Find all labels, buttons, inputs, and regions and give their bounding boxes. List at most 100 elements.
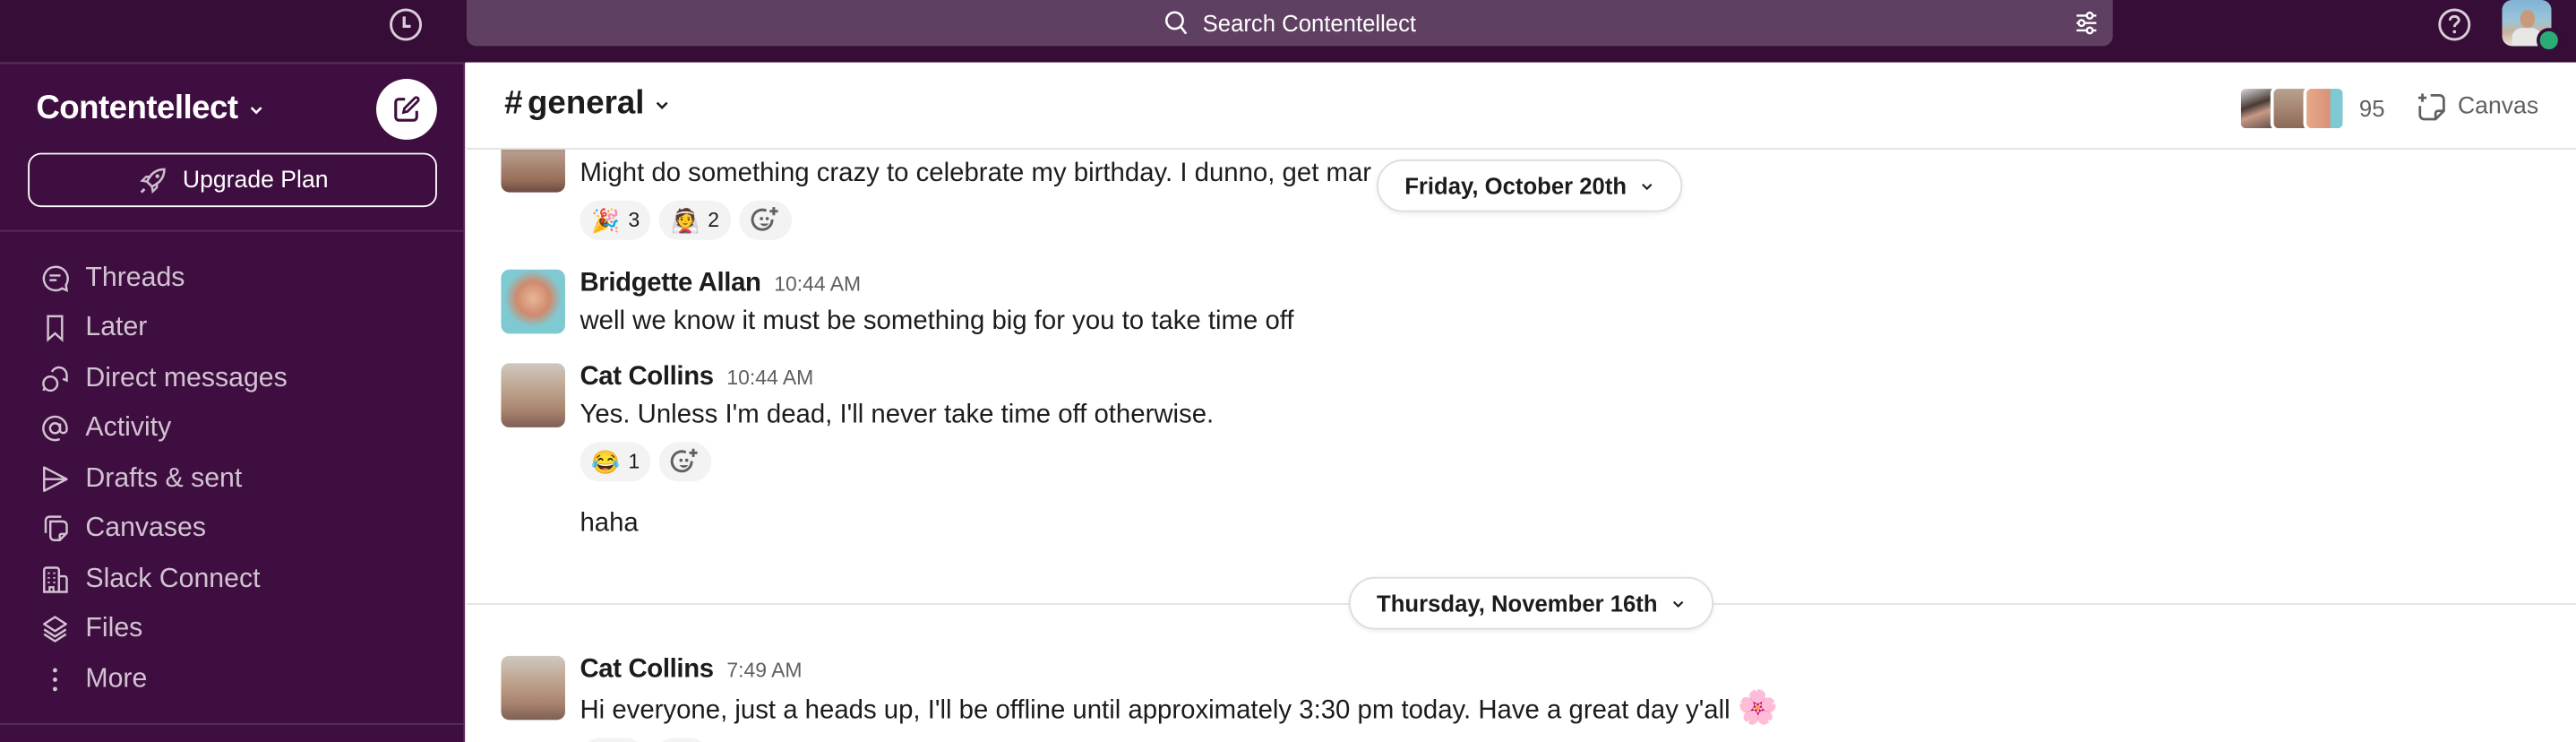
- sidebar-item-label: Drafts & sent: [85, 462, 243, 493]
- message-text: haha: [580, 509, 639, 538]
- timestamp[interactable]: 7:49 AM: [726, 660, 802, 683]
- author-name[interactable]: Bridgette Allan: [580, 270, 761, 299]
- sidebar-item-label: Files: [85, 613, 143, 643]
- building-icon: [43, 565, 68, 593]
- message: Cat Collins 7:49 AM Hi everyone, just a …: [501, 655, 2472, 742]
- sidebar-item-direct-messages[interactable]: Direct messages: [0, 353, 465, 403]
- bookmark-icon: [47, 315, 64, 343]
- message-text: Yes. Unless I'm dead, I'll never take ti…: [580, 401, 1215, 429]
- bride-emoji: 👰: [671, 206, 700, 233]
- search-placeholder: Search Contentellect: [1202, 10, 1417, 37]
- sidebar-item-label: Slack Connect: [85, 563, 261, 593]
- sidebar-divider: [0, 723, 466, 725]
- message: Bridgette Allan 10:44 AM well we know it…: [501, 269, 2472, 344]
- date-divider-button[interactable]: Friday, October 20th: [1377, 159, 1683, 212]
- message-text: Hi everyone, just a heads up, I'll be of…: [580, 696, 1730, 725]
- help-icon: [2438, 8, 2471, 41]
- member-count: 95: [2358, 95, 2385, 122]
- send-icon: [43, 465, 68, 492]
- avatar[interactable]: [501, 149, 565, 193]
- avatar[interactable]: [501, 655, 565, 720]
- message-text: well we know it must be something big fo…: [580, 306, 1294, 336]
- search-bar[interactable]: Search Contentellect: [466, 0, 2113, 47]
- message: haha: [501, 505, 2472, 548]
- sliders-icon[interactable]: [2074, 10, 2099, 36]
- reaction-joy[interactable]: 😂 1: [580, 442, 652, 482]
- channel-members-button[interactable]: 95: [2237, 85, 2385, 132]
- author-name[interactable]: Cat Collins: [580, 363, 714, 393]
- history-button[interactable]: [388, 6, 424, 42]
- add-reaction-icon: [671, 448, 699, 473]
- sidebar-item-label: Activity: [85, 412, 172, 443]
- canvas-button[interactable]: Canvas: [2415, 91, 2538, 124]
- avatar[interactable]: [501, 363, 565, 427]
- party-popper-emoji: 🎉: [591, 206, 621, 233]
- sidebar-divider: [0, 229, 466, 232]
- threads-icon: [42, 265, 69, 292]
- add-reaction-icon: [751, 207, 778, 231]
- presence-indicator: [2537, 28, 2562, 53]
- sidebar-item-label: Threads: [85, 263, 185, 293]
- help-button[interactable]: [2436, 6, 2472, 42]
- reaction-count: 3: [628, 208, 640, 232]
- search-icon: [1165, 11, 1188, 35]
- layers-icon: [43, 616, 67, 643]
- sidebar-item-label: Canvases: [85, 513, 206, 543]
- channel-name: general: [528, 85, 645, 122]
- chevron-down-icon: [250, 106, 262, 114]
- slack-window: Search Contentellect Contentellect Upgra…: [0, 0, 2576, 742]
- compose-icon: [394, 96, 420, 122]
- chevron-down-icon: [1672, 600, 1684, 608]
- canvases-icon: [44, 515, 68, 542]
- at-sign-icon: [42, 416, 68, 442]
- channel-name-button[interactable]: # general: [504, 85, 671, 123]
- member-avatar: [2303, 85, 2347, 132]
- sidebar-item-files[interactable]: Files: [0, 604, 465, 654]
- sidebar-nav: Threads Later Direct messages Activity D…: [0, 253, 465, 703]
- reactions: 😂 1: [580, 442, 2387, 482]
- workspace-name: Contentellect: [36, 90, 238, 127]
- upgrade-plan-label: Upgrade Plan: [182, 167, 329, 194]
- channel-header: # general 95 Canvas: [466, 63, 2576, 150]
- message: Cat Collins 10:44 AM Yes. Unless I'm dea…: [501, 363, 2472, 495]
- author-name[interactable]: Cat Collins: [580, 656, 714, 686]
- timestamp[interactable]: 10:44 AM: [774, 272, 861, 296]
- compose-button[interactable]: [376, 79, 437, 140]
- chevron-down-icon: [657, 100, 669, 109]
- sidebar-item-later[interactable]: Later: [0, 303, 465, 353]
- channel-view: # general 95 Canvas Might do something c…: [466, 62, 2576, 742]
- sidebar-item-more[interactable]: More: [0, 654, 465, 704]
- date-divider-label: Friday, October 20th: [1404, 172, 1627, 199]
- top-bar: Search Contentellect: [0, 0, 2576, 63]
- avatar[interactable]: [501, 269, 565, 334]
- reaction-count: 2: [708, 208, 719, 232]
- sidebar: Contentellect Upgrade Plan Threads Later…: [0, 62, 466, 742]
- sidebar-item-label: Later: [85, 312, 148, 342]
- reactions: [580, 738, 2387, 742]
- timestamp[interactable]: 10:44 AM: [726, 367, 813, 390]
- reaction-party-popper[interactable]: 🎉 3: [580, 200, 652, 240]
- sidebar-item-slack-connect[interactable]: Slack Connect: [0, 554, 465, 604]
- sidebar-item-canvases[interactable]: Canvases: [0, 504, 465, 554]
- date-divider-label: Thursday, November 16th: [1377, 590, 1658, 617]
- message-list: Might do something crazy to celebrate my…: [466, 149, 2576, 742]
- sidebar-item-label: More: [85, 663, 148, 694]
- date-divider-button[interactable]: Thursday, November 16th: [1348, 576, 1713, 630]
- sidebar-item-drafts-sent[interactable]: Drafts & sent: [0, 453, 465, 504]
- canvas-label: Canvas: [2457, 93, 2539, 120]
- upgrade-plan-button[interactable]: Upgrade Plan: [28, 152, 437, 208]
- reaction-bride[interactable]: 👰 2: [659, 200, 731, 240]
- chevron-down-icon: [1642, 183, 1653, 190]
- sidebar-item-threads[interactable]: Threads: [0, 253, 465, 303]
- add-canvas-icon: [2417, 93, 2445, 121]
- joy-emoji: 😂: [591, 447, 621, 475]
- workspace-switcher[interactable]: Contentellect: [36, 91, 264, 128]
- sidebar-item-activity[interactable]: Activity: [0, 403, 465, 453]
- add-reaction-button[interactable]: [659, 442, 712, 482]
- reaction-partial[interactable]: [580, 738, 646, 742]
- add-reaction-button[interactable]: [738, 200, 792, 240]
- more-vertical-icon: [53, 668, 57, 691]
- cherry-blossom-emoji: 🌸: [1737, 690, 1779, 727]
- add-reaction-button[interactable]: [654, 738, 710, 742]
- channel-prefix: #: [504, 85, 523, 122]
